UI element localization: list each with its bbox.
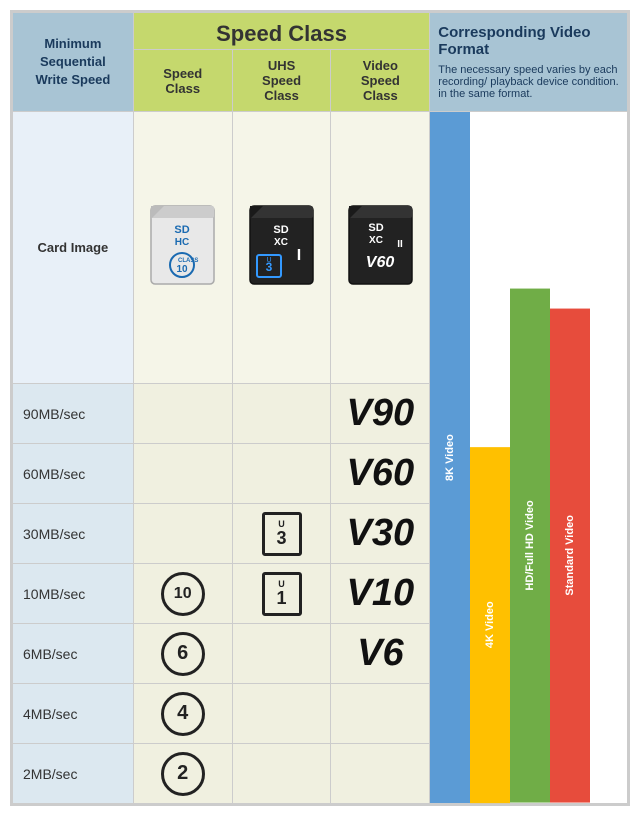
sdxc-i-card-cell: SD XC I 3 U <box>232 112 331 384</box>
speed-30: 30MB/sec <box>13 504 134 564</box>
uhs-10: U 1 <box>232 564 331 624</box>
sc-30 <box>133 504 232 564</box>
subheader-uhs-speed-class: UHSSpeedClass <box>232 50 331 112</box>
c10-symbol: 10 <box>161 572 205 616</box>
svg-text:XC: XC <box>369 235 383 246</box>
sc-4: 4 <box>133 684 232 744</box>
speed-4: 4MB/sec <box>13 684 134 744</box>
sdhc-card-image: SD HC CLASS 10 <box>150 205 215 285</box>
v30-symbol: V30 <box>347 512 415 554</box>
sc-60 <box>133 444 232 504</box>
svg-text:V60: V60 <box>366 254 395 271</box>
vsc-60: V60 <box>331 444 430 504</box>
vsc-10: V10 <box>331 564 430 624</box>
v6-symbol: V6 <box>357 632 403 674</box>
svg-text:XC: XC <box>274 237 288 248</box>
sdhc-card-cell: SD HC CLASS 10 <box>133 112 232 384</box>
svg-text:II: II <box>397 239 403 250</box>
uhs-2 <box>232 744 331 804</box>
uhs-30: U 3 <box>232 504 331 564</box>
speed-60: 60MB/sec <box>13 444 134 504</box>
uhs-60 <box>232 444 331 504</box>
bar-hd: HD/Full HD Video <box>510 289 550 803</box>
video-format-title: Corresponding Video Format <box>438 24 619 58</box>
sc-90 <box>133 384 232 444</box>
bar-4k: 4K Video <box>470 447 510 803</box>
svg-text:I: I <box>297 247 301 264</box>
video-format-desc: The necessary speed varies by each recor… <box>438 64 619 100</box>
uhs-90 <box>232 384 331 444</box>
sdxc-ii-card-cell: SD XC II V60 <box>331 112 430 384</box>
bar-standard: Standard Video <box>550 309 590 803</box>
svg-text:SD: SD <box>368 222 383 234</box>
bar-8k: 8K Video <box>430 112 470 803</box>
vsc-6: V6 <box>331 624 430 684</box>
svg-text:10: 10 <box>177 264 189 275</box>
u3-symbol: U 3 <box>262 512 302 556</box>
sc-10: 10 <box>133 564 232 624</box>
speed-class-header: Speed Class <box>133 13 429 50</box>
min-write-speed-header: MinimumSequentialWrite Speed <box>13 13 134 112</box>
card-image-row: Card Image SD HC <box>13 112 628 384</box>
svg-text:HC: HC <box>175 237 189 248</box>
svg-text:SD: SD <box>273 224 288 236</box>
video-format-header: Corresponding Video Format The necessary… <box>430 13 628 112</box>
sdxc-ii-card: SD XC II V60 <box>348 205 413 290</box>
uhs-4 <box>232 684 331 744</box>
main-table: MinimumSequentialWrite Speed Speed Class… <box>12 12 628 804</box>
svg-text:U: U <box>267 257 272 264</box>
c2-symbol: 2 <box>161 752 205 796</box>
speed-10: 10MB/sec <box>13 564 134 624</box>
vsc-90: V90 <box>331 384 430 444</box>
svg-text:SD: SD <box>175 224 190 236</box>
u1-symbol: U 1 <box>262 572 302 616</box>
header-row-1: MinimumSequentialWrite Speed Speed Class… <box>13 13 628 50</box>
v90-symbol: V90 <box>347 392 415 434</box>
sc-6: 6 <box>133 624 232 684</box>
sc-2: 2 <box>133 744 232 804</box>
c4-symbol: 4 <box>161 692 205 736</box>
speed-90: 90MB/sec <box>13 384 134 444</box>
vsc-30: V30 <box>331 504 430 564</box>
speed-2: 2MB/sec <box>13 744 134 804</box>
bars-container: 8K Video 4K Video HD/Full HD Video Stand… <box>430 112 627 803</box>
subheader-speed-class: SpeedClass <box>133 50 232 112</box>
sdhc-card: SD HC CLASS 10 <box>150 205 215 290</box>
video-bars-cell: 8K Video 4K Video HD/Full HD Video Stand… <box>430 112 628 804</box>
sdxc-i-card: SD XC I 3 U <box>249 205 314 290</box>
sdxc-i-card-image: SD XC I 3 U <box>249 205 314 285</box>
c6-symbol: 6 <box>161 632 205 676</box>
sdxc-ii-card-image: SD XC II V60 <box>348 205 413 285</box>
subheader-video-speed-class: VideoSpeedClass <box>331 50 430 112</box>
v60-symbol: V60 <box>347 452 415 494</box>
uhs-6 <box>232 624 331 684</box>
chart-container: MinimumSequentialWrite Speed Speed Class… <box>10 10 630 806</box>
vsc-2 <box>331 744 430 804</box>
card-image-label: Card Image <box>13 112 134 384</box>
vsc-4 <box>331 684 430 744</box>
v10-symbol: V10 <box>347 572 415 614</box>
speed-6: 6MB/sec <box>13 624 134 684</box>
